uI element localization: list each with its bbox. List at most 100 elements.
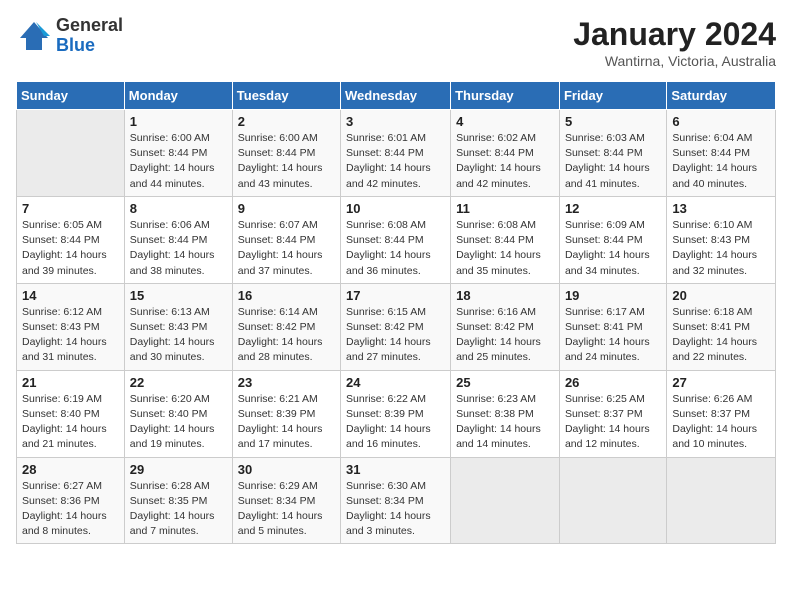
day-info: Sunrise: 6:04 AMSunset: 8:44 PMDaylight:… <box>672 131 770 192</box>
day-number: 16 <box>238 288 335 303</box>
calendar-cell: 12 Sunrise: 6:09 AMSunset: 8:44 PMDaylig… <box>559 196 666 283</box>
calendar-cell <box>667 457 776 544</box>
calendar-cell: 7 Sunrise: 6:05 AMSunset: 8:44 PMDayligh… <box>17 196 125 283</box>
day-info: Sunrise: 6:00 AMSunset: 8:44 PMDaylight:… <box>130 131 227 192</box>
day-info: Sunrise: 6:10 AMSunset: 8:43 PMDaylight:… <box>672 218 770 279</box>
logo-blue-text: Blue <box>56 35 95 55</box>
day-number: 23 <box>238 375 335 390</box>
day-of-week-header: Wednesday <box>341 82 451 110</box>
calendar-cell: 11 Sunrise: 6:08 AMSunset: 8:44 PMDaylig… <box>451 196 560 283</box>
day-number: 9 <box>238 201 335 216</box>
day-number: 27 <box>672 375 770 390</box>
calendar-cell: 18 Sunrise: 6:16 AMSunset: 8:42 PMDaylig… <box>451 283 560 370</box>
day-number: 26 <box>565 375 661 390</box>
calendar-cell <box>451 457 560 544</box>
day-info: Sunrise: 6:28 AMSunset: 8:35 PMDaylight:… <box>130 479 227 540</box>
day-number: 4 <box>456 114 554 129</box>
day-number: 6 <box>672 114 770 129</box>
day-info: Sunrise: 6:06 AMSunset: 8:44 PMDaylight:… <box>130 218 227 279</box>
day-of-week-header: Monday <box>124 82 232 110</box>
day-of-week-header: Tuesday <box>232 82 340 110</box>
day-number: 25 <box>456 375 554 390</box>
day-of-week-header: Thursday <box>451 82 560 110</box>
calendar-week-row: 7 Sunrise: 6:05 AMSunset: 8:44 PMDayligh… <box>17 196 776 283</box>
day-info: Sunrise: 6:20 AMSunset: 8:40 PMDaylight:… <box>130 392 227 453</box>
calendar-cell: 16 Sunrise: 6:14 AMSunset: 8:42 PMDaylig… <box>232 283 340 370</box>
calendar-table: SundayMondayTuesdayWednesdayThursdayFrid… <box>16 81 776 544</box>
calendar-cell: 25 Sunrise: 6:23 AMSunset: 8:38 PMDaylig… <box>451 370 560 457</box>
day-info: Sunrise: 6:08 AMSunset: 8:44 PMDaylight:… <box>456 218 554 279</box>
calendar-week-row: 1 Sunrise: 6:00 AMSunset: 8:44 PMDayligh… <box>17 110 776 197</box>
day-number: 31 <box>346 462 445 477</box>
day-info: Sunrise: 6:13 AMSunset: 8:43 PMDaylight:… <box>130 305 227 366</box>
calendar-cell: 1 Sunrise: 6:00 AMSunset: 8:44 PMDayligh… <box>124 110 232 197</box>
day-number: 20 <box>672 288 770 303</box>
day-number: 22 <box>130 375 227 390</box>
calendar-cell: 10 Sunrise: 6:08 AMSunset: 8:44 PMDaylig… <box>341 196 451 283</box>
calendar-cell: 24 Sunrise: 6:22 AMSunset: 8:39 PMDaylig… <box>341 370 451 457</box>
logo: General Blue <box>16 16 123 56</box>
day-info: Sunrise: 6:15 AMSunset: 8:42 PMDaylight:… <box>346 305 445 366</box>
day-number: 21 <box>22 375 119 390</box>
day-info: Sunrise: 6:18 AMSunset: 8:41 PMDaylight:… <box>672 305 770 366</box>
day-info: Sunrise: 6:05 AMSunset: 8:44 PMDaylight:… <box>22 218 119 279</box>
calendar-cell: 4 Sunrise: 6:02 AMSunset: 8:44 PMDayligh… <box>451 110 560 197</box>
calendar-cell: 17 Sunrise: 6:15 AMSunset: 8:42 PMDaylig… <box>341 283 451 370</box>
day-info: Sunrise: 6:19 AMSunset: 8:40 PMDaylight:… <box>22 392 119 453</box>
calendar-cell: 13 Sunrise: 6:10 AMSunset: 8:43 PMDaylig… <box>667 196 776 283</box>
day-info: Sunrise: 6:01 AMSunset: 8:44 PMDaylight:… <box>346 131 445 192</box>
day-info: Sunrise: 6:07 AMSunset: 8:44 PMDaylight:… <box>238 218 335 279</box>
day-info: Sunrise: 6:02 AMSunset: 8:44 PMDaylight:… <box>456 131 554 192</box>
title-block: January 2024 Wantirna, Victoria, Austral… <box>573 16 776 69</box>
page-header: General Blue January 2024 Wantirna, Vict… <box>16 16 776 69</box>
calendar-week-row: 28 Sunrise: 6:27 AMSunset: 8:36 PMDaylig… <box>17 457 776 544</box>
day-number: 15 <box>130 288 227 303</box>
day-number: 2 <box>238 114 335 129</box>
day-number: 19 <box>565 288 661 303</box>
day-info: Sunrise: 6:03 AMSunset: 8:44 PMDaylight:… <box>565 131 661 192</box>
day-info: Sunrise: 6:12 AMSunset: 8:43 PMDaylight:… <box>22 305 119 366</box>
calendar-cell: 23 Sunrise: 6:21 AMSunset: 8:39 PMDaylig… <box>232 370 340 457</box>
calendar-cell: 30 Sunrise: 6:29 AMSunset: 8:34 PMDaylig… <box>232 457 340 544</box>
day-info: Sunrise: 6:22 AMSunset: 8:39 PMDaylight:… <box>346 392 445 453</box>
calendar-cell: 3 Sunrise: 6:01 AMSunset: 8:44 PMDayligh… <box>341 110 451 197</box>
day-number: 3 <box>346 114 445 129</box>
day-number: 30 <box>238 462 335 477</box>
calendar-cell: 26 Sunrise: 6:25 AMSunset: 8:37 PMDaylig… <box>559 370 666 457</box>
day-number: 5 <box>565 114 661 129</box>
calendar-cell: 15 Sunrise: 6:13 AMSunset: 8:43 PMDaylig… <box>124 283 232 370</box>
calendar-cell: 14 Sunrise: 6:12 AMSunset: 8:43 PMDaylig… <box>17 283 125 370</box>
day-info: Sunrise: 6:00 AMSunset: 8:44 PMDaylight:… <box>238 131 335 192</box>
calendar-week-row: 21 Sunrise: 6:19 AMSunset: 8:40 PMDaylig… <box>17 370 776 457</box>
day-info: Sunrise: 6:29 AMSunset: 8:34 PMDaylight:… <box>238 479 335 540</box>
calendar-cell: 8 Sunrise: 6:06 AMSunset: 8:44 PMDayligh… <box>124 196 232 283</box>
day-number: 1 <box>130 114 227 129</box>
day-of-week-header: Friday <box>559 82 666 110</box>
day-number: 14 <box>22 288 119 303</box>
day-number: 12 <box>565 201 661 216</box>
calendar-cell: 20 Sunrise: 6:18 AMSunset: 8:41 PMDaylig… <box>667 283 776 370</box>
day-info: Sunrise: 6:16 AMSunset: 8:42 PMDaylight:… <box>456 305 554 366</box>
calendar-cell: 28 Sunrise: 6:27 AMSunset: 8:36 PMDaylig… <box>17 457 125 544</box>
calendar-cell: 19 Sunrise: 6:17 AMSunset: 8:41 PMDaylig… <box>559 283 666 370</box>
calendar-cell: 6 Sunrise: 6:04 AMSunset: 8:44 PMDayligh… <box>667 110 776 197</box>
day-info: Sunrise: 6:26 AMSunset: 8:37 PMDaylight:… <box>672 392 770 453</box>
day-info: Sunrise: 6:27 AMSunset: 8:36 PMDaylight:… <box>22 479 119 540</box>
day-info: Sunrise: 6:30 AMSunset: 8:34 PMDaylight:… <box>346 479 445 540</box>
day-number: 8 <box>130 201 227 216</box>
day-info: Sunrise: 6:08 AMSunset: 8:44 PMDaylight:… <box>346 218 445 279</box>
calendar-cell: 21 Sunrise: 6:19 AMSunset: 8:40 PMDaylig… <box>17 370 125 457</box>
calendar-cell: 22 Sunrise: 6:20 AMSunset: 8:40 PMDaylig… <box>124 370 232 457</box>
day-info: Sunrise: 6:14 AMSunset: 8:42 PMDaylight:… <box>238 305 335 366</box>
calendar-week-row: 14 Sunrise: 6:12 AMSunset: 8:43 PMDaylig… <box>17 283 776 370</box>
day-number: 28 <box>22 462 119 477</box>
logo-general-text: General <box>56 15 123 35</box>
calendar-cell: 2 Sunrise: 6:00 AMSunset: 8:44 PMDayligh… <box>232 110 340 197</box>
logo-icon <box>16 18 52 54</box>
day-info: Sunrise: 6:25 AMSunset: 8:37 PMDaylight:… <box>565 392 661 453</box>
calendar-cell: 29 Sunrise: 6:28 AMSunset: 8:35 PMDaylig… <box>124 457 232 544</box>
calendar-cell <box>17 110 125 197</box>
month-year-title: January 2024 <box>573 16 776 53</box>
calendar-cell: 27 Sunrise: 6:26 AMSunset: 8:37 PMDaylig… <box>667 370 776 457</box>
day-info: Sunrise: 6:21 AMSunset: 8:39 PMDaylight:… <box>238 392 335 453</box>
